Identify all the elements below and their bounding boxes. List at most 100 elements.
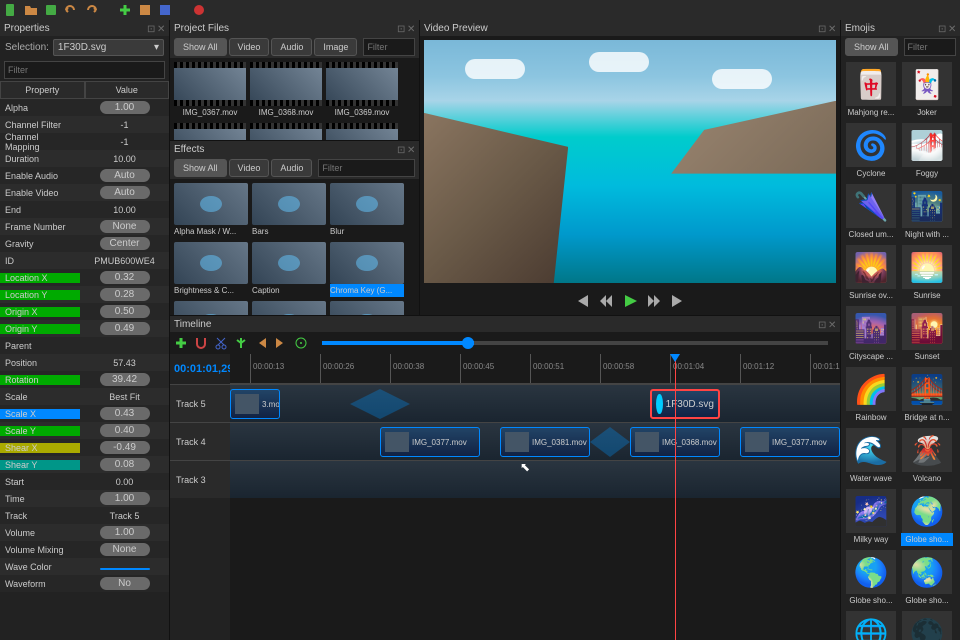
emoji-item[interactable]: 🀄Mahjong re...	[845, 62, 897, 119]
emoji-item[interactable]: 🌁Foggy	[901, 123, 953, 180]
filter-input[interactable]	[318, 159, 415, 177]
jump-start-icon[interactable]	[574, 293, 590, 309]
file-new-icon[interactable]	[4, 3, 18, 17]
tl-center-icon[interactable]	[294, 336, 308, 350]
property-row[interactable]: Scale Y0.40	[0, 422, 169, 439]
effect-item[interactable]: Alpha Mask / W...	[174, 183, 248, 238]
emoji-item[interactable]: 🌄Sunrise ov...	[845, 245, 897, 302]
tab[interactable]: Image	[314, 38, 357, 56]
tl-magnet-icon[interactable]	[194, 336, 208, 350]
clip[interactable]: 3.mov	[230, 389, 280, 419]
property-row[interactable]: Enable AudioAuto	[0, 167, 169, 184]
emoji-item[interactable]: 🌈Rainbow	[845, 367, 897, 424]
tab[interactable]: Audio	[271, 159, 312, 177]
property-row[interactable]: Location X0.32	[0, 269, 169, 286]
tab[interactable]: Video	[229, 159, 270, 177]
tl-cut-icon[interactable]	[214, 336, 228, 350]
clip[interactable]: IMG_0381.mov	[500, 427, 590, 457]
undo-icon[interactable]	[64, 3, 78, 17]
filter-input[interactable]	[363, 38, 415, 56]
tab[interactable]: Show All	[845, 38, 898, 56]
forward-icon[interactable]	[646, 293, 662, 309]
property-row[interactable]: Alpha1.00	[0, 99, 169, 116]
emoji-item[interactable]: 🌅Sunrise	[901, 245, 953, 302]
property-row[interactable]: Position57.43	[0, 354, 169, 371]
emoji-item[interactable]: 🌆Cityscape ...	[845, 306, 897, 363]
properties-filter[interactable]	[4, 61, 165, 79]
project-file[interactable]: IMG_0371.mov	[174, 123, 246, 140]
selection-dropdown[interactable]: 1F30D.svg▾	[53, 39, 164, 56]
property-row[interactable]: Duration10.00	[0, 150, 169, 167]
tab[interactable]: Show All	[174, 38, 227, 56]
emoji-item[interactable]: 🌂Closed um...	[845, 184, 897, 241]
effect-item[interactable]: Chroma Key (G...	[330, 242, 404, 297]
emoji-item[interactable]: 🃏Joker	[901, 62, 953, 119]
property-row[interactable]: Channel Filter-1	[0, 116, 169, 133]
effect-item[interactable]	[174, 301, 248, 315]
tl-prev-icon[interactable]	[254, 336, 268, 350]
property-row[interactable]: Time1.00	[0, 490, 169, 507]
tl-add-icon[interactable]	[174, 336, 188, 350]
emoji-item[interactable]: 🌌Milky way	[845, 489, 897, 546]
emoji-item[interactable]: 🌀Cyclone	[845, 123, 897, 180]
clip[interactable]: IMG_0377.mov	[740, 427, 840, 457]
property-row[interactable]: Volume1.00	[0, 524, 169, 541]
emoji-item[interactable]: 🌎Globe sho...	[845, 550, 897, 607]
emoji-item[interactable]: 🌏Globe sho...	[901, 550, 953, 607]
project-file[interactable]: IMG_0369.mov	[326, 62, 398, 119]
export-icon[interactable]	[158, 3, 172, 17]
property-row[interactable]: End10.00	[0, 201, 169, 218]
property-row[interactable]: TrackTrack 5	[0, 507, 169, 524]
file-save-icon[interactable]	[44, 3, 58, 17]
emoji-item[interactable]: 🌑	[901, 611, 953, 640]
tab[interactable]: Video	[229, 38, 270, 56]
clip[interactable]: IMG_0377.mov	[380, 427, 480, 457]
effect-item[interactable]	[330, 301, 404, 315]
file-open-icon[interactable]	[24, 3, 38, 17]
tl-marker-icon[interactable]	[234, 336, 248, 350]
rewind-icon[interactable]	[598, 293, 614, 309]
emoji-item[interactable]: 🌐	[845, 611, 897, 640]
project-file[interactable]: IMG_0373.mov	[326, 123, 398, 140]
project-file[interactable]: IMG_0368.mov	[250, 62, 322, 119]
property-row[interactable]: Origin Y0.49	[0, 320, 169, 337]
property-row[interactable]: Frame NumberNone	[0, 218, 169, 235]
emoji-item[interactable]: 🌍Globe sho...	[901, 489, 953, 546]
emoji-item[interactable]: 🌃Night with ...	[901, 184, 953, 241]
tab[interactable]: Audio	[271, 38, 312, 56]
emoji-item[interactable]: 🌊Water wave	[845, 428, 897, 485]
track-header[interactable]: Track 5	[170, 384, 230, 422]
effect-item[interactable]: Brightness & C...	[174, 242, 248, 297]
property-row[interactable]: Rotation39.42	[0, 371, 169, 388]
property-row[interactable]: IDPMUB600WE4	[0, 252, 169, 269]
effect-item[interactable]: Bars	[252, 183, 326, 238]
emoji-item[interactable]: 🌇Sunset	[901, 306, 953, 363]
project-file[interactable]: IMG_0367.mov	[174, 62, 246, 119]
property-row[interactable]: Channel Mapping-1	[0, 133, 169, 150]
filter-input[interactable]	[904, 38, 956, 56]
property-row[interactable]: Origin X0.50	[0, 303, 169, 320]
timeline-body[interactable]: 00:00:1300:00:2600:00:3800:00:4500:00:51…	[230, 354, 840, 640]
tab[interactable]: Show All	[174, 159, 227, 177]
playhead[interactable]	[675, 354, 676, 640]
emoji-item[interactable]: 🌋Volcano	[901, 428, 953, 485]
emoji-item[interactable]: 🌉Bridge at n...	[901, 367, 953, 424]
property-row[interactable]: Wave Color	[0, 558, 169, 575]
track[interactable]: IMG_0377.movIMG_0381.movIMG_0368.movIMG_…	[230, 422, 840, 460]
property-row[interactable]: Volume MixingNone	[0, 541, 169, 558]
effect-item[interactable]: Caption	[252, 242, 326, 297]
track-header[interactable]: Track 3	[170, 460, 230, 498]
property-row[interactable]: Shear X-0.49	[0, 439, 169, 456]
redo-icon[interactable]	[84, 3, 98, 17]
track-header[interactable]: Track 4	[170, 422, 230, 460]
project-file[interactable]: IMG_0372.mov	[250, 123, 322, 140]
property-row[interactable]: WaveformNo	[0, 575, 169, 592]
property-row[interactable]: Scale X0.43	[0, 405, 169, 422]
add-icon[interactable]	[118, 3, 132, 17]
property-row[interactable]: Start0.00	[0, 473, 169, 490]
property-row[interactable]: ScaleBest Fit	[0, 388, 169, 405]
import-icon[interactable]	[138, 3, 152, 17]
zoom-slider[interactable]	[322, 341, 828, 345]
jump-end-icon[interactable]	[670, 293, 686, 309]
record-icon[interactable]	[192, 3, 206, 17]
